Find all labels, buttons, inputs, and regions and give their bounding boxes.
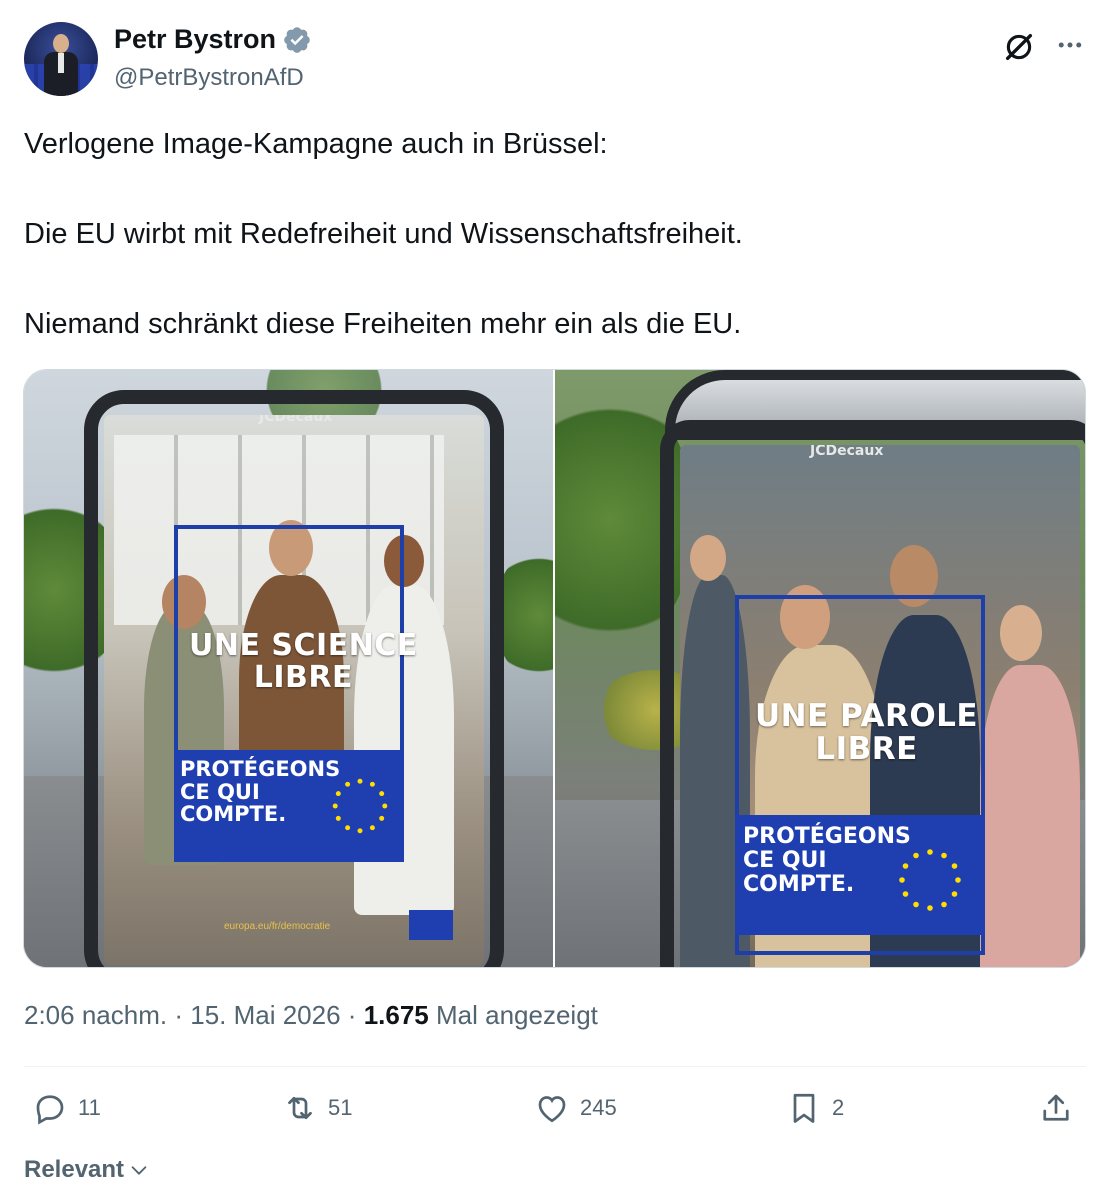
sort-dropdown[interactable]: Relevant [24,1156,150,1184]
poster-slogan: CE QUI [743,847,827,873]
poster-headline: UNE SCIENCE [189,628,418,663]
poster-slogan: PROTÉGEONS [743,824,911,849]
poster-headline: UNE PAROLE [755,698,979,734]
poster-brand: JCDecaux [259,415,333,425]
tweet-text: Verlogene Image-Kampagne auch in Brüssel… [24,124,1086,344]
repost-icon [288,1096,312,1120]
poster-slogan: COMPTE. [180,802,287,827]
reply-button[interactable]: 11 [32,1090,101,1126]
like-button[interactable]: 245 [534,1090,617,1126]
repost-button[interactable]: 51 [282,1090,352,1126]
poster-url: europa.eu/fr/democratie [224,921,331,932]
like-count: 245 [580,1095,617,1120]
tweet-meta: 2:06 nachm. · 15. Mai 2026 · 1.675 Mal a… [24,1000,598,1031]
repost-count: 51 [328,1095,353,1120]
display-name[interactable]: Petr Bystron [114,24,276,55]
grok-button[interactable] [1000,28,1038,66]
tweet-line: Niemand schränkt diese Freiheiten mehr e… [24,308,742,340]
reply-icon [36,1095,64,1125]
bookmark-icon [793,1093,815,1123]
tweet-time[interactable]: 2:06 nachm. [24,1000,167,1030]
verified-badge-icon[interactable] [282,25,312,55]
poster-headline: LIBRE [253,659,354,695]
meta-separator: · [174,1000,183,1030]
views-label: Mal angezeigt [436,1000,598,1030]
more-button[interactable] [1050,26,1090,64]
tweet-header: Petr Bystron @PetrBystronAfD [24,20,1086,98]
meta-separator: · [347,1000,357,1030]
poster-left: JCDecaux UNE SCIENCE LIBRE PROTÉGEONS CE… [104,415,484,965]
share-icon [1043,1094,1069,1121]
action-bar: 11 51 245 2 [24,1090,1086,1134]
eu-flag-icon [409,910,453,940]
reply-count: 11 [78,1095,101,1120]
bookmark-count: 2 [832,1095,845,1120]
poster-slogan: CE QUI [180,779,260,804]
eu-slogan-box: PROTÉGEONS CE QUI COMPTE. [735,815,985,935]
sort-label: Relevant [24,1156,125,1183]
author-handle[interactable]: @PetrBystronAfD [114,64,304,92]
more-icon [1058,42,1082,48]
views-count: 1.675 [363,1000,429,1030]
poster-headline: LIBRE [815,730,918,767]
eu-slogan-box: PROTÉGEONS CE QUI COMPTE. [174,750,404,862]
tweet-media[interactable]: JCDecaux UNE SCIENCE LIBRE PROTÉGEONS CE… [23,369,1086,968]
avatar[interactable] [24,22,98,96]
poster-slogan: PROTÉGEONS [180,757,341,781]
poster-slogan: COMPTE. [743,871,855,897]
author-name-row: Petr Bystron [114,24,312,55]
share-button[interactable] [1038,1090,1074,1126]
bookmark-button[interactable]: 2 [786,1090,844,1126]
divider [24,1066,1086,1067]
like-icon [538,1096,566,1123]
tweet-date[interactable]: 15. Mai 2026 [190,1000,340,1030]
chevron-down-icon [131,1166,147,1175]
poster-right: JCDecaux UNE PAROLE LIBRE PROTÉGEONS CE … [680,445,1080,967]
poster-brand: JCDecaux [810,445,884,459]
photo-left[interactable]: JCDecaux UNE SCIENCE LIBRE PROTÉGEONS CE… [24,370,553,967]
photo-right[interactable]: JCDecaux UNE PAROLE LIBRE PROTÉGEONS CE … [555,370,1085,967]
eu-stars-icon [899,849,961,911]
tweet-line: Verlogene Image-Kampagne auch in Brüssel… [24,128,608,160]
grok-icon [1005,33,1033,61]
tweet-line: Die EU wirbt mit Redefreiheit und Wissen… [24,218,743,250]
eu-stars-icon [332,778,388,834]
